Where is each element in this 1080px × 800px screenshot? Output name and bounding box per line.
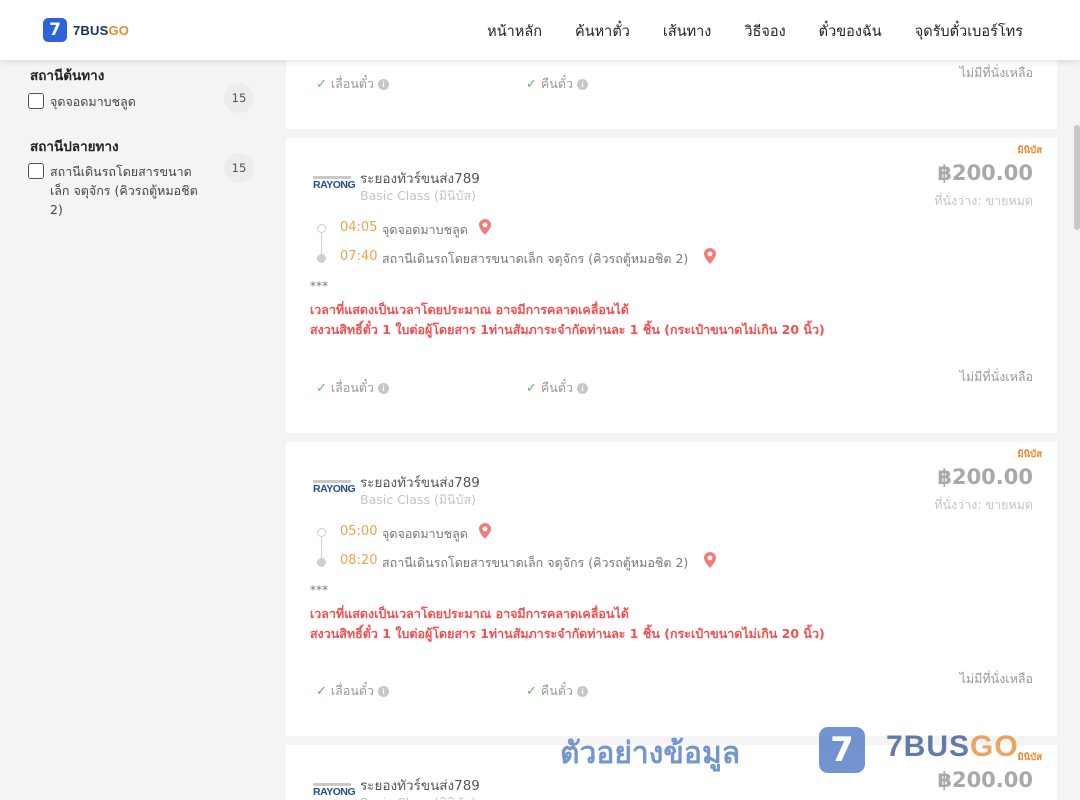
note-stars: *** (310, 583, 328, 597)
info-icon[interactable]: i (378, 78, 390, 90)
logo-text: 7BUSGO (73, 22, 130, 38)
main-nav: หน้าหลัก ค้นหาตั๋ว เส้นทาง วิธีจอง ตั๋วข… (454, 20, 1023, 43)
bus-class: Basic Class (มินิบัส) (360, 188, 477, 203)
dest-filter-option[interactable]: สถานีเดินรถโดยสารขนาดเล็ก จตุจักร (คิวรถ… (28, 153, 254, 219)
seats-available: ที่นั่งว่าง: ขายหมด (934, 497, 1033, 512)
check-icon: ✓ (526, 76, 537, 92)
arrival-time: 08:20 (340, 553, 378, 568)
ticket-price: ฿200.00 (937, 465, 1033, 489)
nav-how-to-book[interactable]: วิธีจอง (744, 20, 785, 43)
departure-dot-icon (317, 528, 326, 537)
bus-type-badge: มินิบัส (1017, 449, 1042, 460)
warning-time-note: เวลาที่แสดงเป็นเวลาโดยประมาณ อาจมีการคลา… (310, 302, 629, 317)
logo-mark-icon: 7 (43, 18, 67, 42)
check-icon: ✓ (316, 380, 327, 396)
arrival-stop: สถานีเดินรถโดยสารขนาดเล็ก จตุจักร (คิวรถ… (382, 251, 689, 266)
change-ticket-policy[interactable]: ✓ เลื่อนตั๋ว i (316, 74, 390, 94)
no-seat-text: ไม่มีที่นั่งเหลือ (959, 65, 1033, 80)
info-icon[interactable]: i (576, 78, 588, 90)
map-pin-icon[interactable] (704, 552, 716, 568)
nav-home[interactable]: หน้าหลัก (487, 20, 542, 43)
site-logo[interactable]: 7 7BUSGO (43, 18, 129, 42)
watermark-text: ตัวอย่างข้อมูล (560, 736, 741, 771)
departure-stop: จุดจอดมาบชลูด (382, 222, 468, 237)
map-pin-icon[interactable] (479, 523, 491, 539)
map-pin-icon[interactable] (704, 248, 716, 264)
check-icon: ✓ (526, 380, 537, 396)
warning-time-note: เวลาที่แสดงเป็นเวลาโดยประมาณ อาจมีการคลา… (310, 606, 629, 621)
origin-option-count: 15 (224, 83, 254, 113)
route-line (321, 533, 322, 561)
arrival-time: 07:40 (340, 249, 378, 264)
bus-type-badge: มินิบัส (1017, 752, 1042, 763)
map-pin-icon[interactable] (479, 219, 491, 235)
nav-routes[interactable]: เส้นทาง (663, 20, 712, 43)
warning-luggage-note: สงวนสิทธิ์ตั๋ว 1 ใบต่อผู้โดยสาร 1ท่านสัม… (310, 626, 825, 641)
ticket-price: ฿200.00 (937, 161, 1033, 185)
origin-filter-title: สถานีต้นทาง (30, 68, 105, 84)
nav-search-ticket[interactable]: ค้นหาตั๋ว (575, 20, 630, 43)
dest-option-label: สถานีเดินรถโดยสารขนาดเล็ก จตุจักร (คิวรถ… (50, 164, 198, 217)
dest-option-count: 15 (224, 153, 254, 183)
seats-available: ที่นั่งว่าง: ขายหมด (934, 193, 1033, 208)
info-icon[interactable]: i (378, 685, 390, 697)
note-stars: *** (310, 279, 328, 293)
check-icon: ✓ (316, 683, 327, 699)
operator-logo: RAYONG (313, 480, 356, 496)
filter-sidebar: สถานีต้นทาง จุดจอดมาบชลูด 15 สถานีปลายทา… (0, 60, 270, 800)
operator-logo: RAYONG (313, 783, 356, 799)
bus-class: Basic Class (มินิบัส) (360, 492, 477, 507)
origin-filter-option[interactable]: จุดจอดมาบชลูด 15 (28, 83, 254, 113)
bus-type-badge: มินิบัส (1017, 145, 1042, 156)
departure-stop: จุดจอดมาบชลูด (382, 526, 468, 541)
scrollbar-thumb[interactable] (1074, 125, 1080, 230)
ticket-price: ฿200.00 (937, 768, 1033, 792)
refund-ticket-policy[interactable]: ✓ คืนตั๋ว i (526, 681, 588, 701)
info-icon[interactable]: i (576, 382, 588, 394)
top-header: 7 7BUSGO หน้าหลัก ค้นหาตั๋ว เส้นทาง วิธี… (0, 0, 1080, 60)
departure-time: 05:00 (340, 524, 378, 539)
origin-checkbox[interactable] (28, 93, 44, 109)
arrival-dot-icon (317, 558, 326, 567)
change-ticket-policy[interactable]: ✓ เลื่อนตั๋ว i (316, 378, 390, 398)
check-icon: ✓ (526, 683, 537, 699)
trip-card[interactable]: มินิบัส RAYONG ระยองทัวร์ขนส่ง789 Basic … (286, 442, 1057, 736)
nav-ticket-pickup[interactable]: จุดรับตั๋วเบอร์โทร (915, 20, 1023, 43)
nav-my-tickets[interactable]: ตั๋วของฉัน (819, 20, 882, 43)
info-icon[interactable]: i (378, 382, 390, 394)
trip-card[interactable]: มินิบัส RAYONG ระยองทัวร์ขนส่ง789 Basic … (286, 138, 1057, 433)
dest-filter-title: สถานีปลายทาง (30, 139, 119, 155)
bus-class: Basic Class (มินิบัส) (360, 793, 476, 800)
departure-dot-icon (317, 224, 326, 233)
info-icon[interactable]: i (576, 685, 588, 697)
origin-option-label: จุดจอดมาบชลูด (50, 94, 136, 109)
warning-luggage-note: สงวนสิทธิ์ตั๋ว 1 ใบต่อผู้โดยสาร 1ท่านสัม… (310, 322, 825, 337)
check-icon: ✓ (316, 76, 327, 92)
refund-ticket-policy[interactable]: ✓ คืนตั๋ว i (526, 74, 588, 94)
trip-card-partial: ✓ เลื่อนตั๋ว i ✓ คืนตั๋ว i ไม่มีที่นั่งเหลือ (286, 55, 1057, 129)
departure-time: 04:05 (340, 220, 378, 235)
no-seat-text: ไม่มีที่นั่งเหลือ (959, 369, 1033, 384)
change-ticket-policy[interactable]: ✓ เลื่อนตั๋ว i (316, 681, 390, 701)
dest-checkbox[interactable] (28, 163, 44, 179)
watermark-brand: 7BUSGO (886, 730, 1019, 763)
arrival-stop: สถานีเดินรถโดยสารขนาดเล็ก จตุจักร (คิวรถ… (382, 555, 689, 570)
watermark-logo-icon: 7 (819, 727, 865, 773)
arrival-dot-icon (317, 254, 326, 263)
route-line (321, 229, 322, 257)
refund-ticket-policy[interactable]: ✓ คืนตั๋ว i (526, 378, 588, 398)
operator-logo: RAYONG (313, 176, 356, 192)
no-seat-text: ไม่มีที่นั่งเหลือ (959, 671, 1033, 686)
